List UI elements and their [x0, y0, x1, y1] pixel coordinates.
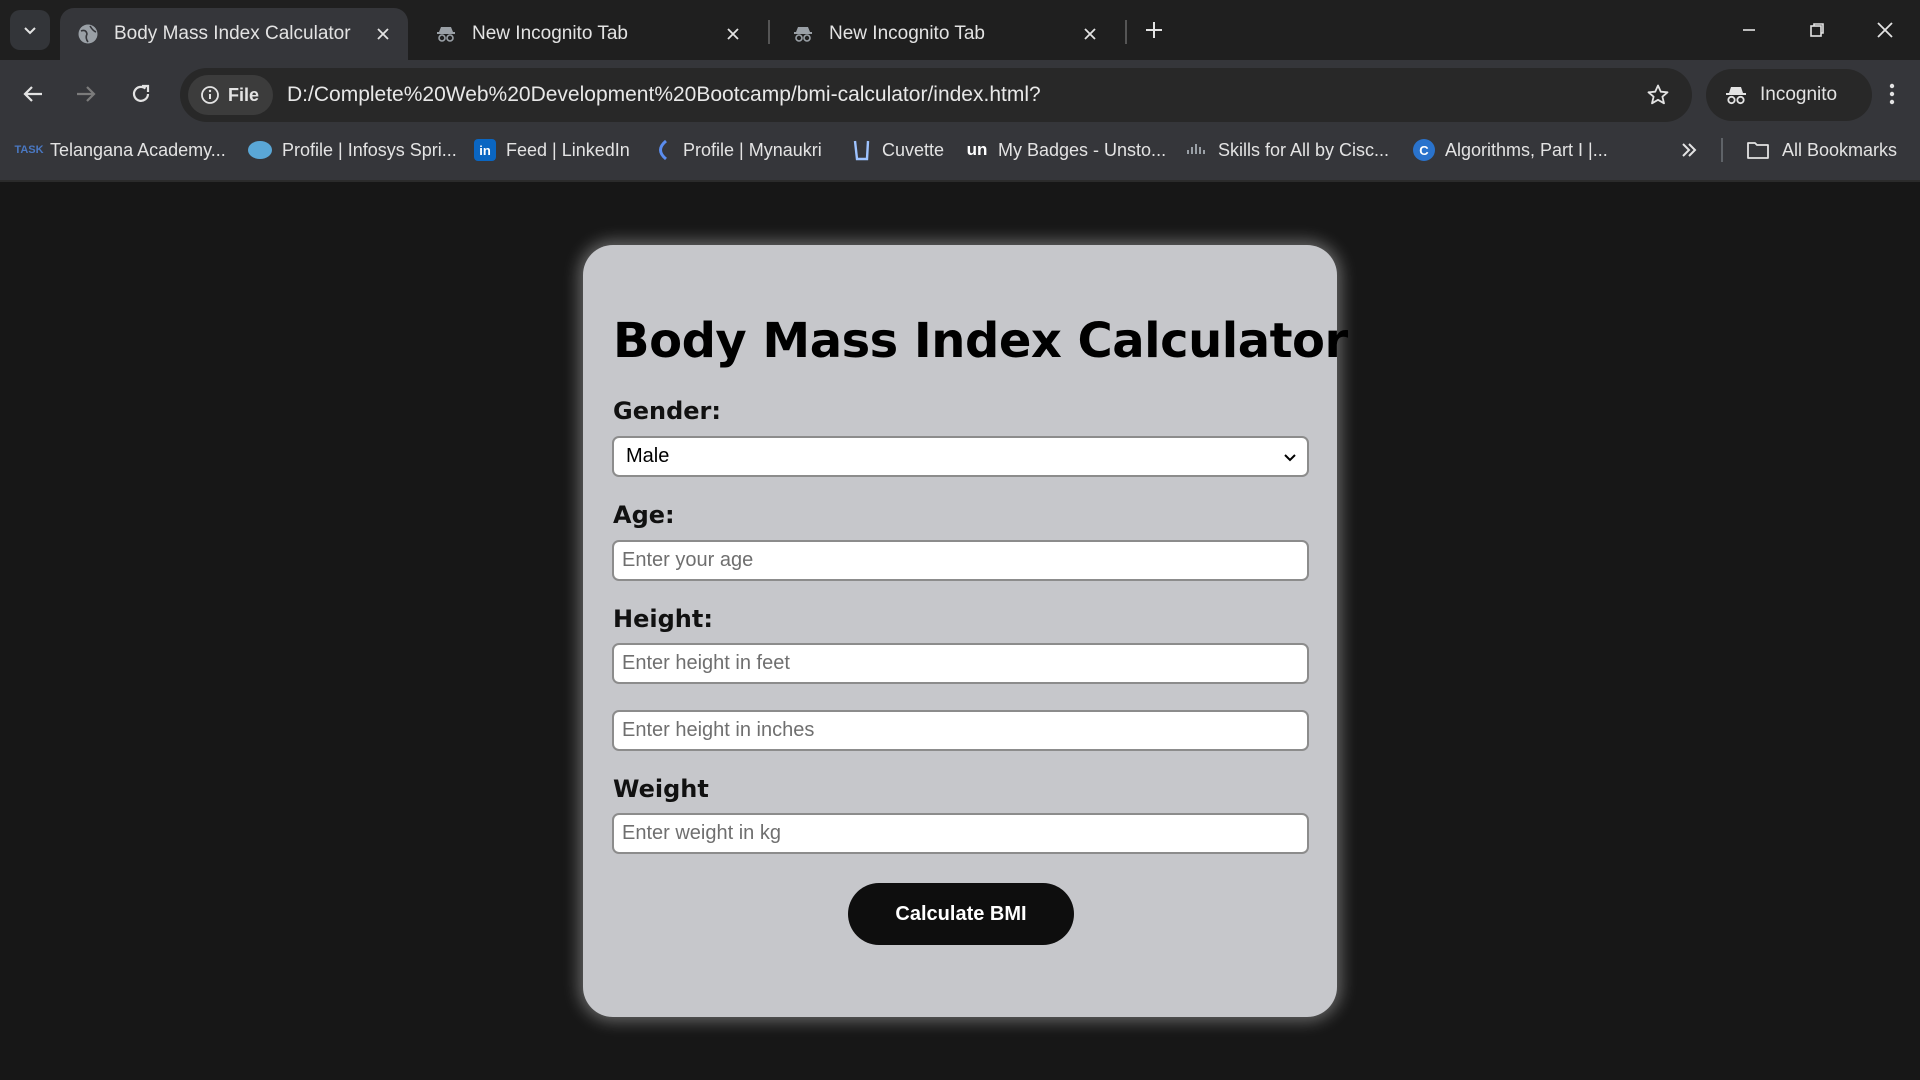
close-icon[interactable]	[1077, 21, 1103, 47]
minimize-icon	[1743, 29, 1755, 31]
incognito-profile-button[interactable]: Incognito	[1706, 69, 1872, 121]
tab-title: New Incognito Tab	[829, 23, 985, 44]
more-vert-icon	[1889, 83, 1895, 105]
tab-separator	[768, 20, 770, 44]
bookmark-star-button[interactable]	[1644, 81, 1672, 109]
unstop-icon: un	[966, 140, 988, 159]
reload-button[interactable]	[121, 74, 161, 114]
incognito-icon	[434, 22, 458, 46]
chevron-down-icon	[1284, 454, 1296, 462]
site-info-label: File	[228, 84, 260, 105]
tab-title: New Incognito Tab	[472, 23, 628, 44]
bookmark-label: Skills for All by Cisc...	[1218, 139, 1390, 160]
address-bar[interactable]: File D:/Complete%20Web%20Development%20B…	[180, 68, 1692, 122]
all-bookmarks-button[interactable]: All Bookmarks	[1746, 133, 1897, 167]
bookmark-cisco[interactable]: Skills for All by Cisc...	[1186, 133, 1389, 167]
infosys-icon	[248, 141, 272, 159]
bookmarks-divider	[1721, 138, 1723, 162]
arrow-left-icon	[23, 86, 42, 102]
bookmark-label: Feed | LinkedIn	[506, 139, 630, 160]
restore-button[interactable]	[1794, 10, 1840, 50]
weight-label: Weight	[613, 775, 709, 803]
incognito-icon	[1726, 87, 1746, 105]
bookmark-cuvette[interactable]: Cuvette	[850, 133, 944, 167]
height-inches-input[interactable]	[612, 710, 1309, 751]
bookmark-coursera[interactable]: C Algorithms, Part I |...	[1413, 133, 1608, 167]
tab-new-incognito-1[interactable]: New Incognito Tab	[418, 8, 758, 60]
minimize-button[interactable]	[1726, 10, 1772, 50]
globe-icon	[76, 22, 100, 46]
chevron-down-icon	[24, 27, 36, 35]
height-label: Height:	[613, 605, 713, 633]
gender-selected-value: Male	[626, 445, 670, 467]
cisco-icon	[1186, 139, 1208, 161]
bookmarks-bar: TASK Telangana Academy... Profile | Info…	[0, 133, 1920, 167]
plus-icon	[1146, 22, 1162, 38]
close-window-button[interactable]	[1862, 10, 1908, 50]
page-title: Body Mass Index Calculator	[613, 313, 1348, 369]
bookmark-label: Telangana Academy...	[50, 139, 226, 160]
bookmark-label: Cuvette	[882, 139, 945, 160]
weight-input[interactable]	[612, 813, 1309, 854]
more-bookmarks-button[interactable]	[1672, 133, 1706, 167]
linkedin-icon: in	[474, 139, 496, 161]
tab-title: Body Mass Index Calculator	[114, 23, 351, 44]
bookmark-label: Profile | Infosys Spri...	[282, 139, 457, 160]
arrow-right-icon	[77, 86, 96, 102]
age-input[interactable]	[612, 540, 1309, 581]
gender-label: Gender:	[613, 397, 721, 425]
calculate-bmi-button[interactable]: Calculate BMI	[848, 883, 1074, 945]
folder-icon	[1747, 142, 1769, 159]
browser-menu-button[interactable]	[1872, 74, 1912, 114]
page-viewport: Body Mass Index Calculator Gender: Male …	[0, 182, 1920, 1080]
incognito-label: Incognito	[1760, 84, 1838, 105]
tab-new-incognito-2[interactable]: New Incognito Tab	[775, 8, 1115, 60]
age-label: Age:	[613, 501, 675, 529]
close-icon[interactable]	[720, 21, 746, 47]
new-tab-button[interactable]	[1138, 14, 1170, 46]
bookmark-label: Algorithms, Part I |...	[1445, 139, 1608, 160]
forward-button[interactable]	[66, 74, 106, 114]
bookmark-unstop[interactable]: un My Badges - Unsto...	[966, 133, 1166, 167]
bmi-form-card: Body Mass Index Calculator Gender: Male …	[583, 245, 1348, 1017]
chevron-double-right-icon	[1682, 143, 1697, 157]
reload-icon	[132, 84, 150, 102]
close-icon	[1877, 22, 1893, 38]
bookmark-telangana[interactable]: TASK Telangana Academy...	[14, 133, 226, 167]
bookmark-linkedin[interactable]: in Feed | LinkedIn	[474, 133, 630, 167]
restore-icon	[1810, 23, 1824, 37]
coursera-icon: C	[1413, 139, 1435, 161]
tab-search-button[interactable]	[10, 10, 50, 50]
mynaukri-icon	[651, 139, 673, 161]
back-button[interactable]	[13, 74, 53, 114]
site-info-chip[interactable]: File	[188, 75, 274, 115]
tab-bmi-calculator[interactable]: Body Mass Index Calculator	[60, 8, 408, 60]
telangana-icon: TASK	[14, 144, 44, 156]
bookmark-mynaukri[interactable]: Profile | Mynaukri	[651, 133, 822, 167]
bookmark-infosys[interactable]: Profile | Infosys Spri...	[248, 133, 457, 167]
gender-select[interactable]: Male	[612, 436, 1309, 477]
bookmark-label: My Badges - Unsto...	[998, 139, 1167, 160]
bookmark-label: Profile | Mynaukri	[683, 139, 822, 160]
tab-separator	[1125, 20, 1127, 44]
info-icon	[201, 86, 219, 104]
star-icon	[1647, 84, 1669, 105]
height-feet-input[interactable]	[612, 643, 1309, 684]
cuvette-icon	[850, 139, 872, 161]
all-bookmarks-label: All Bookmarks	[1782, 139, 1898, 160]
close-icon[interactable]	[370, 21, 396, 47]
incognito-icon	[791, 22, 815, 46]
url-text[interactable]: D:/Complete%20Web%20Development%20Bootca…	[287, 83, 1041, 107]
tab-strip: Body Mass Index Calculator New Incognito…	[0, 0, 1920, 60]
browser-toolbar: File D:/Complete%20Web%20Development%20B…	[0, 60, 1920, 188]
